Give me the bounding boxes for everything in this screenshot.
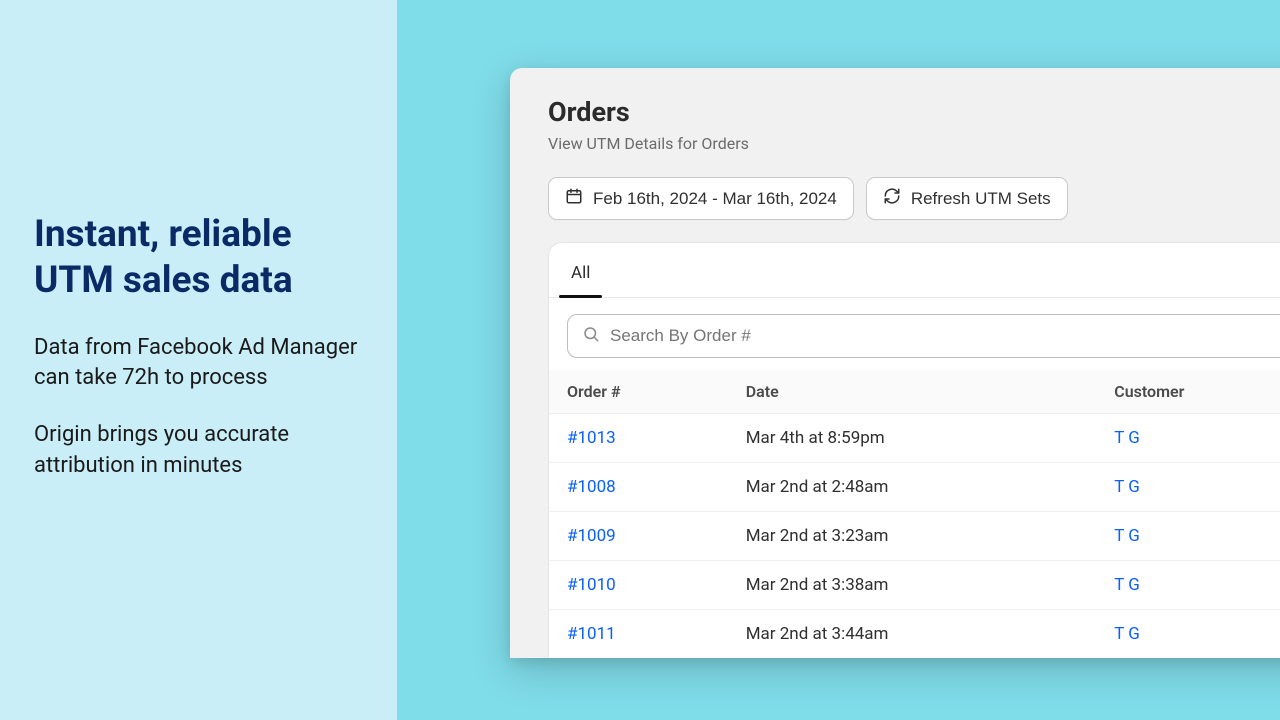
table-row: #1009 Mar 2nd at 3:23am T G fb: [549, 512, 1280, 561]
toolbar: Feb 16th, 2024 - Mar 16th, 2024 Refresh …: [548, 177, 1280, 220]
tabs: All: [549, 243, 1280, 297]
promo-para-1: Data from Facebook Ad Manager can take 7…: [34, 333, 363, 395]
order-link[interactable]: #1013: [567, 428, 616, 448]
customer-link[interactable]: T G: [1114, 575, 1140, 595]
order-date: Mar 2nd at 2:48am: [728, 463, 1097, 512]
refresh-button[interactable]: Refresh UTM Sets: [866, 177, 1068, 220]
col-header-order[interactable]: Order #: [549, 370, 728, 414]
date-range-label: Feb 16th, 2024 - Mar 16th, 2024: [593, 189, 837, 209]
order-link[interactable]: #1009: [567, 526, 616, 546]
order-link[interactable]: #1011: [567, 624, 616, 644]
order-source: fb: [1275, 610, 1280, 659]
col-header-customer[interactable]: Customer: [1096, 370, 1275, 414]
table-row: #1010 Mar 2nd at 3:38am T G fb: [549, 561, 1280, 610]
tab-all[interactable]: All: [567, 257, 594, 297]
table-header-row: Order # Date Customer Source: [549, 370, 1280, 414]
page-title: Orders: [548, 96, 1280, 128]
order-link[interactable]: #1008: [567, 477, 616, 497]
promo-headline: Instant, reliable UTM sales data: [34, 212, 363, 305]
customer-link[interactable]: T G: [1114, 477, 1140, 497]
order-source: ig: [1275, 414, 1280, 463]
table-row: #1013 Mar 4th at 8:59pm T G ig: [549, 414, 1280, 463]
order-source: fb: [1275, 463, 1280, 512]
page-subtitle: View UTM Details for Orders: [548, 134, 1280, 153]
search-field[interactable]: [567, 314, 1280, 358]
refresh-label: Refresh UTM Sets: [911, 189, 1051, 209]
order-link[interactable]: #1010: [567, 575, 616, 595]
orders-table: Order # Date Customer Source #1013 Mar 4…: [549, 370, 1280, 658]
order-date: Mar 2nd at 3:38am: [728, 561, 1097, 610]
calendar-icon: [565, 187, 583, 210]
col-header-date[interactable]: Date: [728, 370, 1097, 414]
table-row: #1008 Mar 2nd at 2:48am T G fb: [549, 463, 1280, 512]
search-input[interactable]: [610, 326, 1280, 346]
promo-para-2: Origin brings you accurate attribution i…: [34, 420, 363, 482]
table-row: #1011 Mar 2nd at 3:44am T G fb: [549, 610, 1280, 659]
customer-link[interactable]: T G: [1114, 428, 1140, 448]
app-window: Orders View UTM Details for Orders Feb 1…: [510, 68, 1280, 658]
order-date: Mar 4th at 8:59pm: [728, 414, 1097, 463]
customer-link[interactable]: T G: [1114, 624, 1140, 644]
order-date: Mar 2nd at 3:44am: [728, 610, 1097, 659]
promo-panel: Instant, reliable UTM sales data Data fr…: [0, 0, 397, 720]
order-source: fb: [1275, 512, 1280, 561]
orders-card: All Order # Date: [548, 242, 1280, 658]
col-header-source[interactable]: Source: [1275, 370, 1280, 414]
refresh-icon: [883, 187, 901, 210]
customer-link[interactable]: T G: [1114, 526, 1140, 546]
order-source: fb: [1275, 561, 1280, 610]
order-date: Mar 2nd at 3:23am: [728, 512, 1097, 561]
date-range-button[interactable]: Feb 16th, 2024 - Mar 16th, 2024: [548, 177, 854, 220]
search-icon: [582, 325, 600, 347]
